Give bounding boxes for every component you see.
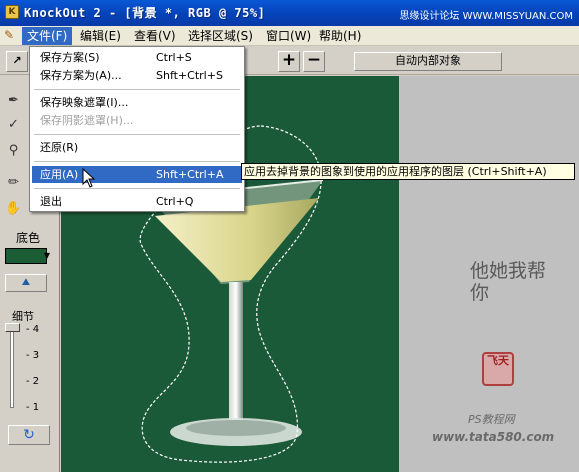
menu-item-apply[interactable]: 应用(A) Shft+Ctrl+A xyxy=(32,166,242,183)
menu-item-exit[interactable]: 退出 Ctrl+Q xyxy=(32,193,242,210)
file-menu-dropdown: 保存方案(S) Ctrl+S 保存方案为(A)... Shft+Ctrl+S 保… xyxy=(29,46,245,212)
detail-slider-thumb[interactable] xyxy=(5,323,20,332)
menu-separator xyxy=(34,161,240,162)
plus-button[interactable]: + xyxy=(278,51,300,72)
menu-item-save-image-mask[interactable]: 保存映象遮罩(I)... xyxy=(32,94,242,111)
document-icon[interactable]: ✎ xyxy=(4,28,18,43)
apply-tooltip: 应用去掉背景的图象到使用的应用程序的图层 (Ctrl+Shift+A) xyxy=(241,163,575,180)
menu-bar: ✎ 文件(F) 编辑(E) 查看(V) 选择区域(S) 窗口(W) 帮助(H) xyxy=(0,26,579,46)
preview-image-button[interactable]: ⛰ xyxy=(5,274,47,292)
menu-item-save-scheme-as[interactable]: 保存方案为(A)... Shft+Ctrl+S xyxy=(32,67,242,84)
menu-separator xyxy=(34,188,240,189)
menu-help[interactable]: 帮助(H) xyxy=(314,27,366,45)
auto-inner-object-button[interactable]: 自动内部对象 xyxy=(354,52,502,71)
background-color-swatch[interactable] xyxy=(5,248,47,264)
mouse-cursor-icon xyxy=(82,168,96,188)
app-icon: K xyxy=(5,5,19,19)
detail-tick: - 2 xyxy=(26,376,40,387)
menu-select[interactable]: 选择区域(S) xyxy=(183,27,258,45)
menu-view[interactable]: 查看(V) xyxy=(129,27,181,45)
watermark-url: www.tata580.com xyxy=(432,430,555,444)
window-title: KnockOut 2 - [背景 *, RGB @ 75%] xyxy=(24,6,266,20)
watermark-top: 思缘设计论坛 WWW.MISSYUAN.COM xyxy=(399,11,573,22)
refresh-button[interactable]: ↻ xyxy=(8,425,50,445)
refresh-icon: ↻ xyxy=(23,427,35,443)
menu-separator xyxy=(34,134,240,135)
minus-button[interactable]: − xyxy=(303,51,325,72)
menu-item-save-scheme[interactable]: 保存方案(S) Ctrl+S xyxy=(32,49,242,66)
lasso-icon[interactable]: ✓ xyxy=(3,114,24,135)
watermark-ps-text: PS教程网 xyxy=(468,413,515,426)
menu-file[interactable]: 文件(F) xyxy=(22,27,73,45)
menu-item-revert[interactable]: 还原(R) xyxy=(32,139,242,156)
detail-tick: - 3 xyxy=(26,350,40,361)
menu-window[interactable]: 窗口(W) xyxy=(261,27,316,45)
pencil-icon[interactable]: ✏ xyxy=(3,172,24,193)
detail-slider-track[interactable] xyxy=(10,328,14,408)
menu-separator xyxy=(34,89,240,90)
background-color-label: 底色 xyxy=(16,231,41,245)
detail-tick: - 1 xyxy=(26,402,40,413)
watermark-seal: 飞天 xyxy=(482,352,514,386)
brush-icon[interactable]: ✒ xyxy=(3,90,24,111)
menu-item-save-shadow-mask: 保存阴影遮罩(H)... xyxy=(40,114,134,127)
eyedropper-icon[interactable]: ⚲ xyxy=(3,140,24,161)
tool-pointer-button[interactable]: ↗ xyxy=(6,51,28,72)
title-bar: K KnockOut 2 - [背景 *, RGB @ 75%] 思缘设计论坛 … xyxy=(0,0,579,26)
knockout-window: K KnockOut 2 - [背景 *, RGB @ 75%] 思缘设计论坛 … xyxy=(0,0,579,472)
chevron-down-icon[interactable]: ▼ xyxy=(42,251,52,261)
detail-label: 细节 xyxy=(12,310,34,323)
hand-icon[interactable]: ✋ xyxy=(3,198,24,219)
menu-edit[interactable]: 编辑(E) xyxy=(75,27,126,45)
detail-tick: - 4 xyxy=(26,324,40,335)
